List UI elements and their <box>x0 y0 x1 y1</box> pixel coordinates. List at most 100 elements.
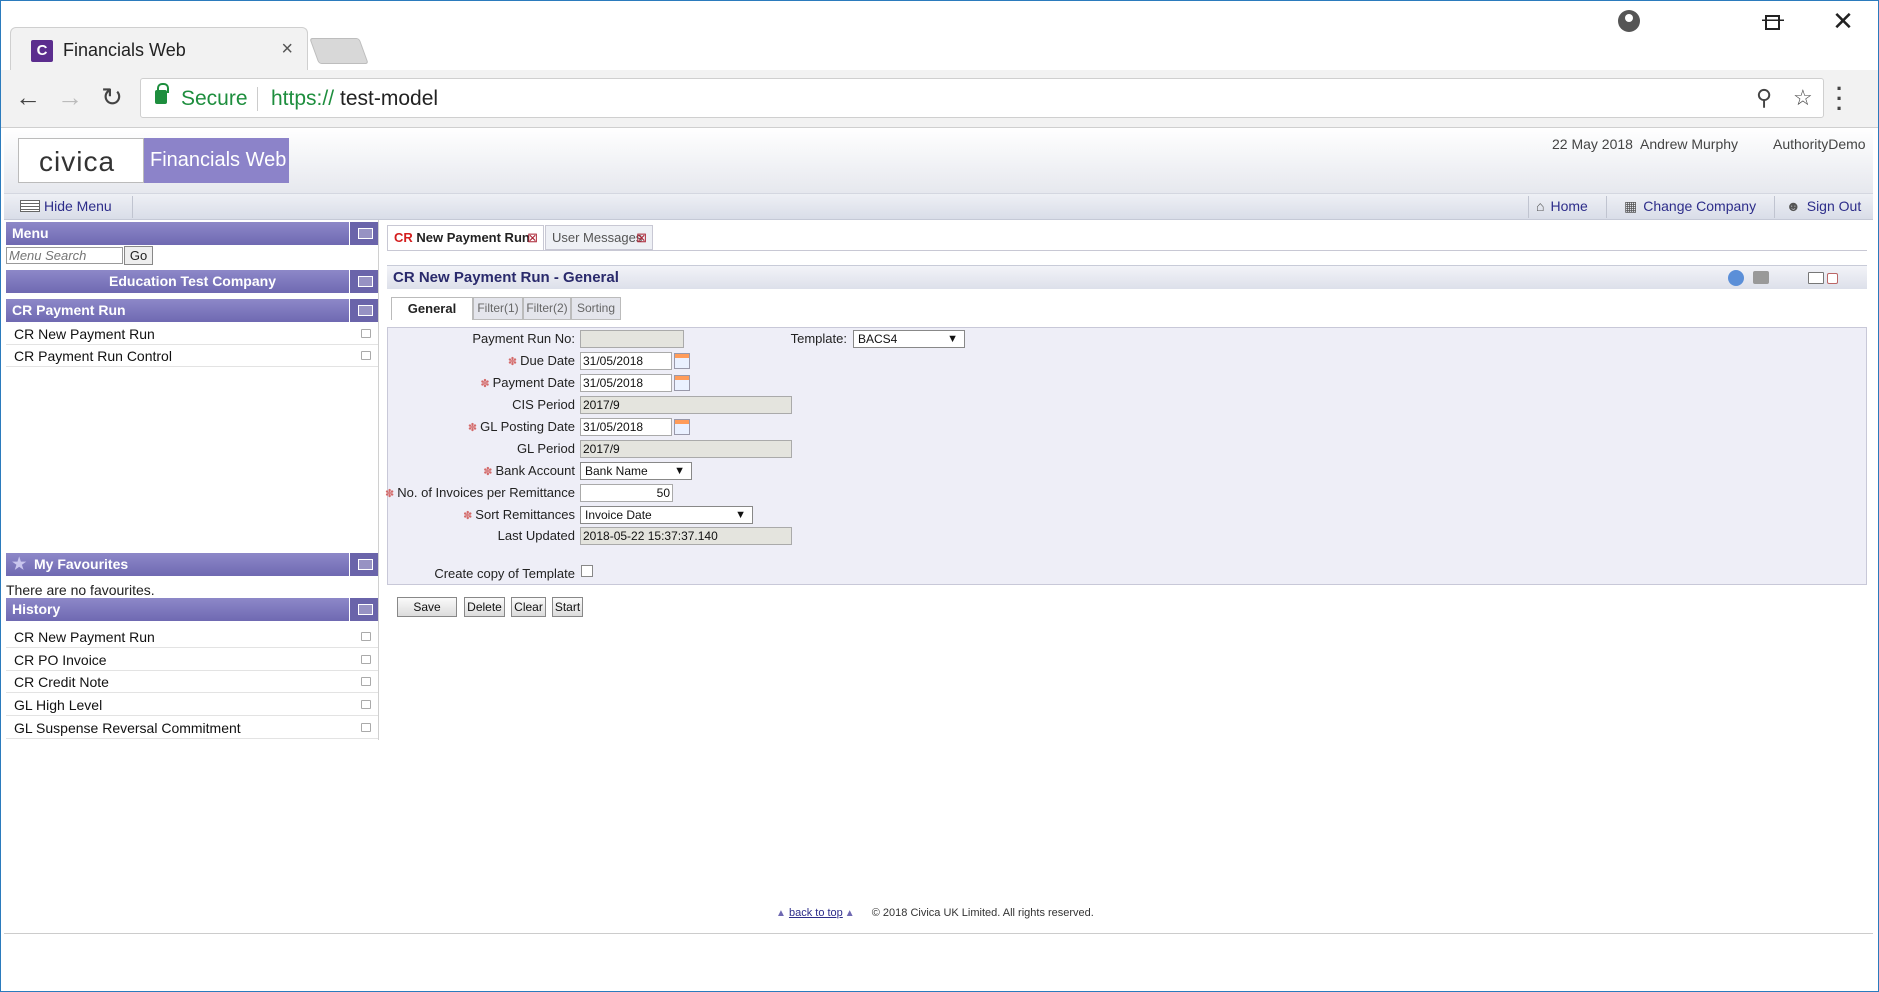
home-link[interactable]: ⌂ Home <box>1536 198 1588 214</box>
open-new-window-icon[interactable] <box>361 329 371 338</box>
tab-close-icon[interactable]: ⊠ <box>527 226 538 249</box>
history-item[interactable]: GL High Level <box>6 694 379 716</box>
menu-item-cr-payment-run-control[interactable]: CR Payment Run Control <box>6 345 379 367</box>
tab-close-icon[interactable]: × <box>281 38 293 61</box>
template-label: Template: <box>790 331 847 346</box>
save-button[interactable]: Save <box>397 597 457 617</box>
menu-panel-title: Menu <box>12 225 49 241</box>
hide-menu-label: Hide Menu <box>44 198 112 214</box>
open-new-window-icon[interactable] <box>361 723 371 732</box>
group-header[interactable]: CR Payment Run <box>6 299 379 322</box>
history-item-label: CR New Payment Run <box>14 629 155 645</box>
go-button[interactable]: Go <box>124 246 153 265</box>
invoices-per-remittance-field[interactable]: 50 <box>580 484 673 502</box>
panel-toggle-icon[interactable] <box>349 270 379 293</box>
group-toggle-icon[interactable] <box>349 299 379 322</box>
new-window-icon[interactable] <box>1808 272 1824 284</box>
back-arrow-icon[interactable]: ← <box>10 82 46 112</box>
tab-cr-new-payment-run[interactable]: CR New Payment Run ⊠ <box>387 225 544 250</box>
home-label: Home <box>1550 198 1588 214</box>
history-item[interactable]: CR PO Invoice <box>6 649 379 671</box>
browser-tab[interactable]: C Financials Web × <box>10 27 308 71</box>
history-item[interactable]: CR Credit Note <box>6 671 379 693</box>
tab-user-messages[interactable]: User Messages ⊠ <box>545 225 653 250</box>
bookmark-star-icon[interactable]: ☆ <box>1793 85 1813 111</box>
menu-item-cr-new-payment-run[interactable]: CR New Payment Run <box>6 323 379 345</box>
calendar-icon[interactable] <box>674 419 690 435</box>
form-title: CR New Payment Run - General <box>393 269 619 286</box>
open-new-window-icon[interactable] <box>361 677 371 686</box>
address-bar[interactable]: Secure https:// test-model ⚲ ☆ <box>140 78 1824 118</box>
payment-date-field[interactable]: 31/05/2018 <box>580 374 672 392</box>
open-new-window-icon[interactable] <box>361 655 371 664</box>
subtab-general[interactable]: General <box>391 297 473 320</box>
url-host: test-model <box>340 87 439 110</box>
subtab-filter-1[interactable]: Filter(1) <box>473 297 523 320</box>
back-to-top-link[interactable]: back to top <box>789 907 843 919</box>
required-icon: ✽ <box>507 356 518 368</box>
zoom-icon[interactable]: ⚲ <box>1756 85 1772 111</box>
change-company-link[interactable]: ▦ Change Company <box>1624 198 1756 215</box>
history-title: History <box>12 601 61 617</box>
open-new-window-icon[interactable] <box>361 632 371 641</box>
app-menubar: Hide Menu ⌂ Home ▦ Change Company ☻ Sign Ou… <box>4 194 1873 220</box>
sort-remittances-select[interactable]: Invoice Date ▼ <box>580 506 753 524</box>
delete-button[interactable]: Delete <box>464 597 505 617</box>
history-item-label: GL High Level <box>14 697 103 713</box>
required-icon: ✽ <box>483 466 493 478</box>
history-item[interactable]: CR New Payment Run <box>6 626 379 648</box>
url-scheme: https:// <box>271 87 335 110</box>
bank-account-label: ✽ Bank Account <box>483 463 575 478</box>
profile-icon[interactable] <box>1618 10 1640 32</box>
sort-remittances-value: Invoice Date <box>585 508 652 522</box>
browser-menu-icon[interactable]: · · · <box>1836 78 1843 120</box>
panel-toggle-icon[interactable] <box>349 553 379 576</box>
new-tab-button[interactable] <box>309 38 369 64</box>
history-item-label: CR PO Invoice <box>14 652 107 668</box>
panel-toggle-icon[interactable] <box>349 222 379 245</box>
panel-toggle-icon[interactable] <box>349 598 379 621</box>
template-select[interactable]: BACS4 ▼ <box>853 330 965 348</box>
payment-run-no-field[interactable] <box>580 330 684 348</box>
civica-favicon-icon: C <box>31 40 53 62</box>
change-company-label: Change Company <box>1643 198 1757 214</box>
bank-account-value: Bank Name <box>585 464 648 478</box>
close-form-icon[interactable] <box>1827 273 1838 284</box>
gl-posting-date-field[interactable]: 31/05/2018 <box>580 418 672 436</box>
favourites-header: ★ My Favourites <box>6 553 379 576</box>
create-copy-checkbox[interactable] <box>581 565 593 577</box>
due-date-label: ✽ Due Date <box>507 353 575 368</box>
sign-out-link[interactable]: ☻ Sign Out <box>1786 198 1861 214</box>
page-footer: ▲ back to top ▲ © 2018 Civica UK Limited.… <box>776 907 1094 919</box>
hide-menu-button[interactable]: Hide Menu <box>20 198 112 214</box>
required-icon: ✽ <box>467 422 478 434</box>
bank-account-select[interactable]: Bank Name ▼ <box>580 462 692 480</box>
maximize-icon[interactable] <box>1765 15 1780 30</box>
invoices-per-remittance-label: ✽ No. of Invoices per Remittance <box>385 485 575 500</box>
lock-icon <box>155 83 169 104</box>
subtab-filter-2[interactable]: Filter(2) <box>523 297 571 320</box>
tab-close-icon[interactable]: ⊠ <box>636 226 647 249</box>
due-date-field[interactable]: 31/05/2018 <box>580 352 672 370</box>
tab-label: User Messages <box>552 230 643 245</box>
open-new-window-icon[interactable] <box>361 700 371 709</box>
required-icon: ✽ <box>463 510 473 522</box>
open-new-window-icon[interactable] <box>361 351 371 360</box>
sidebar-border <box>378 220 379 740</box>
clear-button[interactable]: Clear <box>511 597 546 617</box>
print-icon[interactable] <box>1753 271 1769 284</box>
required-icon: ✽ <box>480 378 490 390</box>
calendar-icon[interactable] <box>674 353 690 369</box>
history-item[interactable]: GL Suspense Reversal Commitment <box>6 717 379 739</box>
subtab-sorting[interactable]: Sorting <box>571 297 621 320</box>
start-button[interactable]: Start <box>552 597 583 617</box>
menu-search-input[interactable] <box>6 247 123 264</box>
help-icon[interactable] <box>1728 270 1744 286</box>
up-arrow-icon: ▲ <box>844 908 855 919</box>
calendar-icon[interactable] <box>674 375 690 391</box>
forward-arrow-icon[interactable]: → <box>52 82 88 112</box>
close-window-icon[interactable]: ✕ <box>1823 6 1863 37</box>
star-icon: ★ <box>12 556 27 573</box>
reload-icon[interactable]: ↻ <box>94 82 130 112</box>
company-header: Education Test Company <box>6 270 379 293</box>
